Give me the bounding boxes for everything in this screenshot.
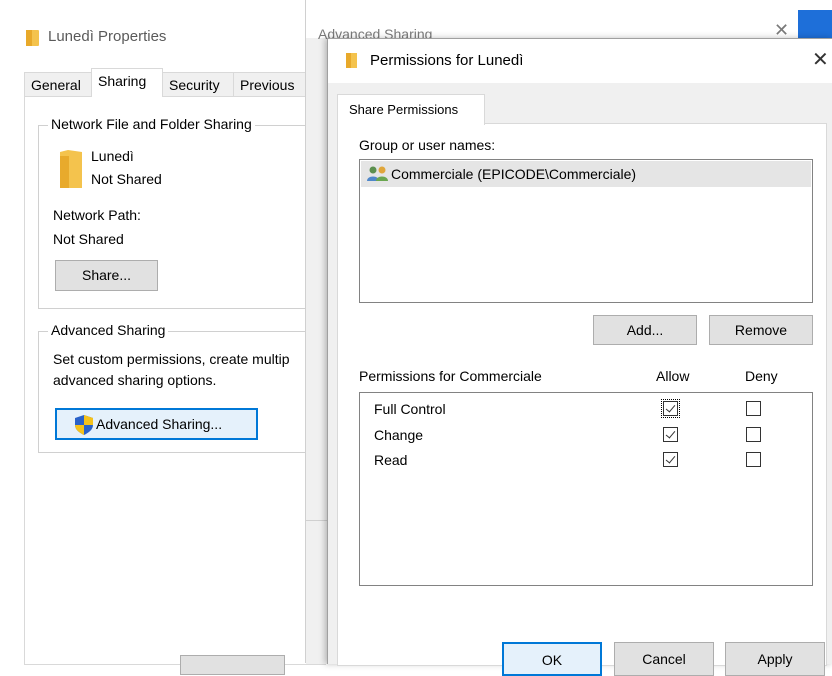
permissions-list: Full Control Change Read — [359, 392, 813, 586]
advanced-sharing-edge — [306, 520, 328, 664]
cancel-button[interactable]: Cancel — [614, 642, 714, 676]
allow-header: Allow — [656, 368, 690, 384]
advanced-sharing-desc-1: Set custom permissions, create multip — [53, 351, 290, 367]
shared-folder-icon — [60, 150, 82, 191]
user-name: Commerciale (EPICODE\Commerciale) — [391, 166, 637, 182]
user-list[interactable]: Commerciale (EPICODE\Commerciale) — [359, 159, 813, 303]
users-group-icon — [367, 166, 389, 185]
change-deny-checkbox[interactable] — [746, 427, 761, 442]
remove-button[interactable]: Remove — [709, 315, 813, 345]
change-allow-checkbox[interactable] — [663, 427, 678, 442]
tab-previous[interactable]: Previous — [233, 72, 313, 96]
folder-icon — [26, 30, 39, 49]
network-path-value: Not Shared — [53, 231, 124, 247]
close-icon[interactable]: ✕ — [812, 47, 829, 72]
network-sharing-label: Network File and Folder Sharing — [48, 116, 255, 132]
share-button[interactable]: Share... — [55, 260, 158, 291]
window-title: Lunedì Properties — [48, 28, 167, 45]
advanced-sharing-button[interactable]: Advanced Sharing... — [55, 408, 258, 440]
full-control-deny-checkbox[interactable] — [746, 401, 761, 416]
read-allow-checkbox[interactable] — [663, 452, 678, 467]
tab-share-permissions[interactable]: Share Permissions — [337, 94, 485, 125]
permissions-title: Permissions for Lunedì — [370, 52, 524, 69]
properties-bottom-button[interactable] — [180, 655, 285, 675]
folder-icon — [346, 53, 357, 71]
advanced-sharing-button-label: Advanced Sharing... — [96, 416, 223, 432]
permission-change: Change — [374, 427, 424, 443]
advanced-sharing-label: Advanced Sharing — [48, 322, 169, 338]
list-item[interactable]: Commerciale (EPICODE\Commerciale) — [361, 161, 811, 187]
read-deny-checkbox[interactable] — [746, 452, 761, 467]
full-control-allow-checkbox[interactable] — [661, 399, 680, 418]
permissions-for-label: Permissions for Commerciale — [359, 368, 542, 384]
add-button[interactable]: Add... — [593, 315, 697, 345]
tab-security[interactable]: Security — [162, 72, 234, 96]
uac-shield-icon — [75, 415, 93, 438]
tab-share-permissions-label: Share Permissions — [349, 102, 459, 117]
apply-button[interactable]: Apply — [725, 642, 825, 676]
deny-header: Deny — [745, 368, 778, 384]
permissions-dialog: Permissions for Lunedì ✕ Share Permissio… — [327, 38, 832, 676]
group-or-user-names-label: Group or user names: — [359, 137, 496, 153]
network-path-label: Network Path: — [53, 207, 141, 223]
permission-full-control: Full Control — [374, 401, 446, 417]
folder-name: Lunedì — [91, 148, 134, 164]
advanced-sharing-desc-2: advanced sharing options. — [53, 372, 217, 388]
folder-status: Not Shared — [91, 171, 162, 187]
tab-sharing[interactable]: Sharing — [91, 68, 163, 97]
tab-general[interactable]: General — [24, 72, 92, 96]
ok-button[interactable]: OK — [502, 642, 602, 676]
properties-window: Lunedì Properties General Sharing Securi… — [0, 0, 326, 675]
permission-read: Read — [374, 452, 408, 468]
background-window-edge — [797, 10, 832, 40]
